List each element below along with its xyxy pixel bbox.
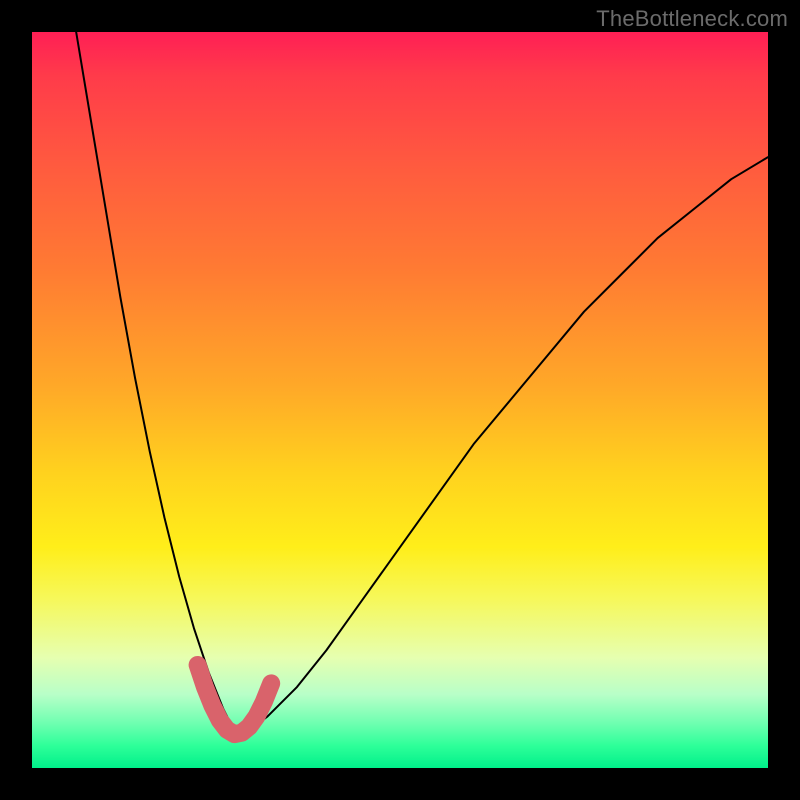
plot-area [32, 32, 768, 768]
watermark-text: TheBottleneck.com [596, 6, 788, 32]
chart-frame: TheBottleneck.com [0, 0, 800, 800]
curve-svg [32, 32, 768, 768]
bottleneck-curve-path [76, 32, 768, 731]
highlight-band-path [198, 665, 272, 734]
